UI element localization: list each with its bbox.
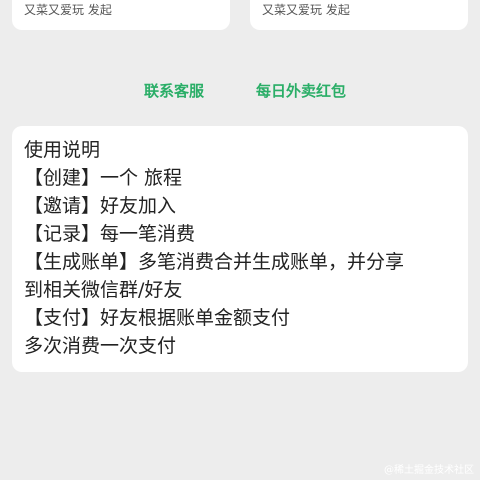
trip-creator-text: 又菜又爱玩 发起 <box>262 3 350 17</box>
watermark: @稀土掘金技术社区 <box>384 465 474 476</box>
instruction-line: 多次消费一次支付 <box>24 335 177 357</box>
instructions-title: 使用说明 <box>24 139 101 161</box>
instructions-card: 使用说明 【创建】一个 旅程 【邀请】好友加入 【记录】每一笔消费 【生成账单】… <box>12 126 468 372</box>
instruction-line: 【创建】一个 旅程 <box>24 167 183 189</box>
quick-links: 联系客服 每日外卖红包 <box>0 80 480 102</box>
trip-card[interactable]: 又菜又爱玩 发起 <box>12 0 230 30</box>
trip-card[interactable]: 又菜又爱玩 发起 <box>250 0 468 30</box>
instruction-line: 到相关微信群/好友 <box>24 279 183 301</box>
trip-creator-text: 又菜又爱玩 发起 <box>24 3 112 17</box>
instruction-line: 【邀请】好友加入 <box>24 195 177 217</box>
customer-service-link[interactable]: 联系客服 <box>144 80 204 101</box>
instruction-line: 【记录】每一笔消费 <box>24 223 196 245</box>
daily-coupon-link[interactable]: 每日外卖红包 <box>256 80 346 101</box>
instruction-line: 【支付】好友根据账单金额支付 <box>24 307 291 329</box>
instruction-line: 【生成账单】多笔消费合并生成账单，并分享 <box>24 251 405 273</box>
